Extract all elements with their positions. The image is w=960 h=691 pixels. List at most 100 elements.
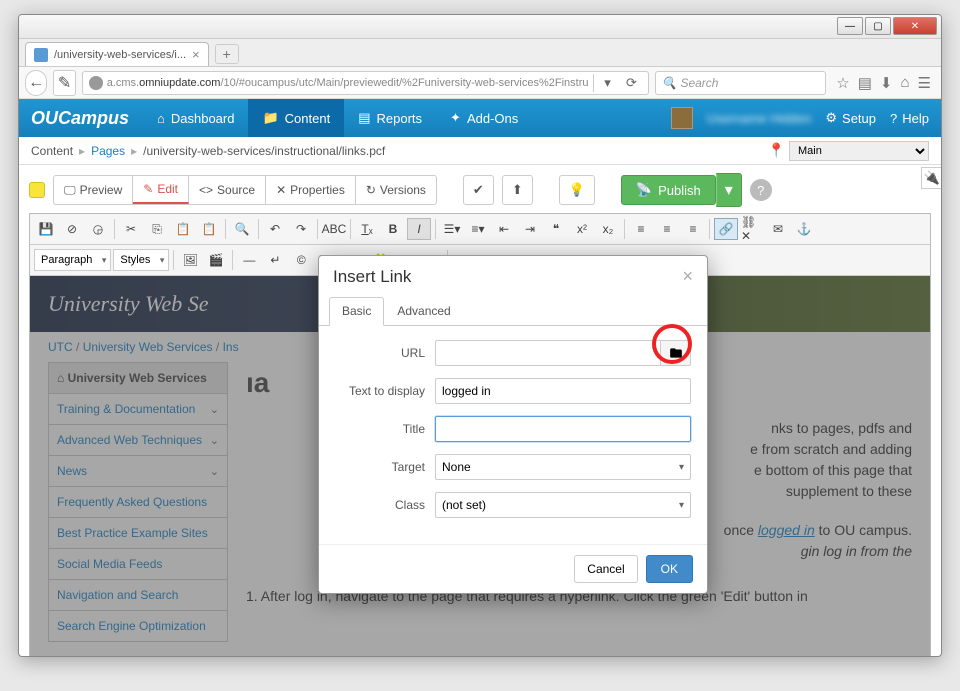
nav-addons[interactable]: ✦Add-Ons: [436, 99, 532, 137]
media-icon[interactable]: 🎬: [204, 249, 228, 271]
indent-icon[interactable]: ⇥: [518, 218, 542, 240]
gadgets-toggle-button[interactable]: 🔌: [921, 167, 942, 189]
blockquote-icon[interactable]: ❝: [544, 218, 568, 240]
save-button[interactable]: ✔: [463, 175, 494, 205]
code-icon: <>: [199, 183, 213, 197]
paste-text-icon[interactable]: 📋: [197, 218, 221, 240]
undo-icon[interactable]: ↶: [263, 218, 287, 240]
copy-icon[interactable]: ⎘: [145, 218, 169, 240]
page-action-tabs: 🖵Preview ✎Edit <>Source ✕Properties ↻Ver…: [53, 175, 437, 205]
lightbulb-button[interactable]: 💡: [559, 175, 595, 205]
clearformat-icon[interactable]: Tₓ: [355, 218, 379, 240]
nav-dashboard[interactable]: ⌂Dashboard: [143, 99, 248, 137]
format-select[interactable]: Paragraph: [34, 249, 111, 271]
main-nav: ⌂Dashboard 📁Content ▤Reports ✦Add-Ons: [143, 99, 532, 137]
home-icon[interactable]: ⌂: [900, 74, 909, 92]
nav-help[interactable]: ?Help: [890, 111, 929, 126]
window-maximize-button[interactable]: ▢: [865, 17, 891, 35]
cancel-icon[interactable]: ⊘: [60, 218, 84, 240]
publish-dropdown-button[interactable]: ▾: [716, 173, 742, 207]
editor-toolbar-row-1: 💾 ⊘ ◶ ✂ ⎘ 📋 📋 🔍 ↶ ↷ ABC Tₓ B I: [30, 214, 930, 245]
styles-select[interactable]: Styles: [113, 249, 169, 271]
user-avatar[interactable]: [671, 107, 693, 129]
italic-icon[interactable]: I: [407, 218, 431, 240]
tab-preview[interactable]: 🖵Preview: [54, 176, 133, 204]
align-center-icon[interactable]: ≡: [655, 218, 679, 240]
browser-tab[interactable]: /university-web-services/i... ×: [25, 42, 209, 66]
site-selector[interactable]: Main: [789, 141, 929, 161]
cancel-button[interactable]: Cancel: [574, 555, 637, 583]
help-button[interactable]: ?: [750, 179, 772, 201]
image-icon[interactable]: 🖼: [178, 249, 202, 271]
folder-icon: 📁: [262, 110, 278, 126]
redo-icon[interactable]: ↷: [289, 218, 313, 240]
back-button[interactable]: ←: [25, 70, 47, 96]
mailto-icon[interactable]: ✉: [766, 218, 790, 240]
nav-content[interactable]: 📁Content: [248, 99, 344, 137]
breadcrumb-root[interactable]: Content: [31, 144, 73, 158]
unlink-icon[interactable]: ⛓✕: [740, 218, 764, 240]
text-to-display-input[interactable]: [435, 378, 691, 404]
tab-properties[interactable]: ✕Properties: [266, 176, 356, 204]
specialchar-icon[interactable]: ©: [289, 249, 313, 271]
tab-source[interactable]: <>Source: [189, 176, 266, 204]
user-name[interactable]: Username Hidden: [707, 111, 812, 126]
dashboard-icon: ⌂: [157, 111, 165, 126]
anchor-icon[interactable]: ⚓: [792, 218, 816, 240]
superscript-icon[interactable]: x²: [570, 218, 594, 240]
search-bar[interactable]: 🔍 Search: [655, 71, 827, 95]
save-icon[interactable]: 💾: [34, 218, 58, 240]
modal-tab-basic[interactable]: Basic: [329, 297, 384, 326]
text-label: Text to display: [335, 384, 425, 398]
element-path-bar[interactable]: Path: p · em · a: [30, 656, 930, 657]
link-icon[interactable]: 🔗: [714, 218, 738, 240]
ok-button[interactable]: OK: [646, 555, 693, 583]
publish-button[interactable]: 📡Publish: [621, 175, 716, 205]
revert-icon[interactable]: ◶: [86, 218, 110, 240]
numbers-icon[interactable]: ≡▾: [466, 218, 490, 240]
align-left-icon[interactable]: ≡: [629, 218, 653, 240]
nav-setup[interactable]: ⚙Setup: [825, 110, 876, 126]
spellcheck-icon[interactable]: ABC: [322, 218, 346, 240]
find-icon[interactable]: 🔍: [230, 218, 254, 240]
addons-icon: ✦: [450, 110, 461, 126]
modal-close-icon[interactable]: ×: [682, 266, 693, 287]
tab-close-icon[interactable]: ×: [192, 47, 200, 62]
target-select[interactable]: None: [435, 454, 691, 480]
reports-icon: ▤: [358, 110, 370, 126]
gear-icon: ⚙: [825, 110, 837, 126]
br-icon[interactable]: ↵: [263, 249, 287, 271]
browse-files-button[interactable]: [661, 340, 691, 366]
title-input[interactable]: [435, 416, 691, 442]
tab-versions[interactable]: ↻Versions: [356, 176, 436, 204]
save-exit-button[interactable]: ⬆: [502, 175, 533, 205]
downloads-icon[interactable]: ⬇: [880, 74, 893, 92]
cut-icon[interactable]: ✂: [119, 218, 143, 240]
url-text: a.cms.omniupdate.com/10/#oucampus/utc/Ma…: [107, 77, 589, 89]
window-close-button[interactable]: ✕: [893, 17, 937, 35]
class-select[interactable]: (not set): [435, 492, 691, 518]
breadcrumb-section[interactable]: Pages: [91, 144, 125, 158]
new-tab-button[interactable]: +: [215, 44, 239, 64]
bookmark-star-icon[interactable]: ☆: [836, 74, 849, 92]
paste-icon[interactable]: 📋: [171, 218, 195, 240]
align-right-icon[interactable]: ≡: [681, 218, 705, 240]
menu-icon[interactable]: ☰: [918, 74, 931, 92]
nav-reports[interactable]: ▤Reports: [344, 99, 436, 137]
url-bar[interactable]: a.cms.omniupdate.com/10/#oucampus/utc/Ma…: [82, 71, 649, 95]
tab-edit[interactable]: ✎Edit: [133, 176, 189, 204]
window-minimize-button[interactable]: —: [837, 17, 863, 35]
hr-icon[interactable]: —: [237, 249, 261, 271]
app-logo: OUCampus: [31, 108, 129, 129]
subscript-icon[interactable]: x₂: [596, 218, 620, 240]
clipboard-icon[interactable]: ▤: [858, 74, 872, 92]
bullets-icon[interactable]: ☰▾: [440, 218, 464, 240]
bold-icon[interactable]: B: [381, 218, 405, 240]
reload-icon[interactable]: ⟳: [622, 75, 642, 91]
url-input[interactable]: [435, 340, 661, 366]
identity-button[interactable]: ✎: [53, 70, 75, 96]
dropdown-icon[interactable]: ▾: [598, 75, 618, 91]
outdent-icon[interactable]: ⇤: [492, 218, 516, 240]
checkout-status-icon[interactable]: [29, 182, 45, 198]
modal-tab-advanced[interactable]: Advanced: [384, 297, 463, 325]
